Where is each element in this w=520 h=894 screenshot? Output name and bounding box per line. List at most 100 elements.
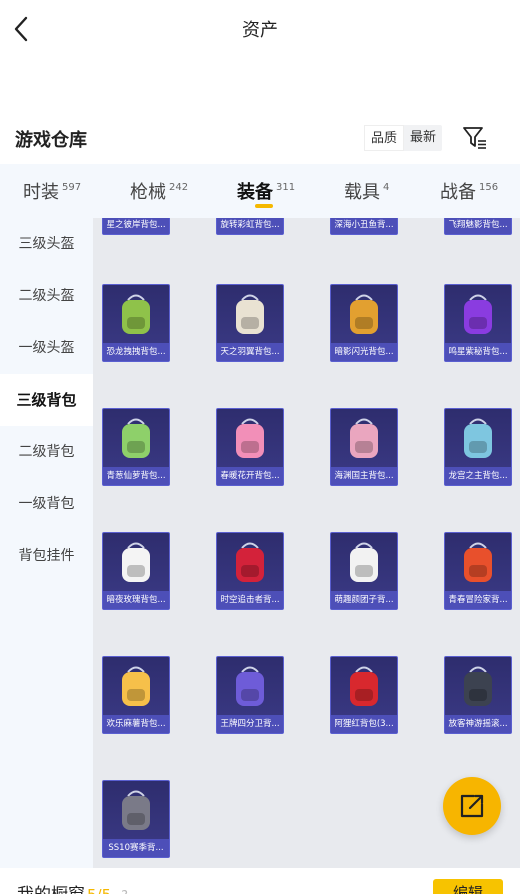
backpack-item-card[interactable]: 天之羽翼背包...: [216, 284, 284, 362]
tab-label: 战备: [440, 182, 476, 203]
tab-count: 242: [169, 182, 189, 193]
share-out-icon: [460, 794, 484, 818]
backpack-image: [236, 542, 264, 582]
item-name-label: 青春冒险家背...: [445, 591, 511, 609]
sort-quality-button[interactable]: 品质: [364, 125, 405, 151]
share-button[interactable]: [443, 777, 501, 835]
active-tab-indicator: [255, 204, 273, 208]
item-name-label: 春暖花开背包...: [217, 467, 283, 485]
backpack-image: [236, 666, 264, 706]
backpack-item-card[interactable]: 春暖花开背包...: [216, 408, 284, 486]
item-name-label: 龙宫之主背包...: [445, 467, 511, 485]
backpack-item-card[interactable]: 星之彼岸背包...: [102, 218, 170, 235]
item-name-label: 旋转彩虹背包...: [217, 218, 283, 234]
edit-button[interactable]: 编辑: [433, 879, 503, 894]
backpack-item-card[interactable]: 龙宫之主背包...: [444, 408, 512, 486]
tab-label: 枪械: [130, 182, 166, 203]
sidebar-item-level2-helmet[interactable]: 二级头盔: [0, 270, 93, 322]
item-name-label: 暗夜玫瑰背包...: [103, 591, 169, 609]
item-name-label: 深海小丑鱼背...: [331, 218, 397, 234]
sidebar-item-level3-helmet[interactable]: 三级头盔: [0, 218, 93, 270]
filter-icon[interactable]: [462, 126, 488, 150]
section-title: 游戏仓库: [15, 130, 87, 151]
backpack-item-card[interactable]: 旋转彩虹背包...: [216, 218, 284, 235]
backpack-image: [464, 294, 492, 334]
backpack-item-card[interactable]: 深海小丑鱼背...: [330, 218, 398, 235]
backpack-image: [236, 418, 264, 458]
backpack-image: [122, 418, 150, 458]
sort-newest-button[interactable]: 最新: [404, 125, 442, 151]
tab-supplies[interactable]: 战备 156: [440, 178, 498, 204]
sidebar-item-level1-backpack[interactable]: 一级背包: [0, 478, 93, 530]
item-name-label: 飞翔魅影背包...: [445, 218, 511, 234]
sidebar-item-level1-helmet[interactable]: 一级头盔: [0, 322, 93, 374]
backpack-image: [122, 790, 150, 830]
backpack-image: [122, 542, 150, 582]
tab-fashion[interactable]: 时装 597: [23, 178, 81, 204]
tab-equipment[interactable]: 装备 311: [237, 178, 295, 204]
backpack-item-card[interactable]: 青葱仙萝背包...: [102, 408, 170, 486]
backpack-image: [464, 666, 492, 706]
backpack-item-card[interactable]: 欢乐麻薯背包...: [102, 656, 170, 734]
category-tabs: 时装 597 枪械 242 装备 311 载具 4 战备 156: [0, 164, 520, 218]
backpack-item-card[interactable]: 暗影闪光背包...: [330, 284, 398, 362]
tab-firearms[interactable]: 枪械 242: [130, 178, 188, 204]
item-name-label: 阿狸红背包(3...: [331, 715, 397, 733]
backpack-image: [350, 542, 378, 582]
item-name-label: 王牌四分卫背...: [217, 715, 283, 733]
top-nav-bar: 资产: [0, 0, 520, 58]
backpack-item-card[interactable]: 飞翔魅影背包...: [444, 218, 512, 235]
tab-count: 4: [383, 182, 390, 193]
item-name-label: 放客神游摇滚...: [445, 715, 511, 733]
item-name-label: SS10赛季背...: [103, 839, 169, 857]
sidebar-item-level2-backpack[interactable]: 二级背包: [0, 426, 93, 478]
backpack-item-card[interactable]: SS10赛季背...: [102, 780, 170, 858]
item-name-label: 萌趣颜团子背...: [331, 591, 397, 609]
tab-label: 载具: [344, 182, 380, 203]
backpack-item-card[interactable]: 暗夜玫瑰背包...: [102, 532, 170, 610]
item-name-label: 海渊国主背包...: [331, 467, 397, 485]
backpack-image: [350, 666, 378, 706]
item-name-label: 暗影闪光背包...: [331, 343, 397, 361]
backpack-image: [122, 666, 150, 706]
item-name-label: 恐龙拽拽背包...: [103, 343, 169, 361]
backpack-image: [122, 294, 150, 334]
item-name-label: 星之彼岸背包...: [103, 218, 169, 234]
backpack-grid: 星之彼岸背包... 旋转彩虹背包... 深海小丑鱼背... 飞翔魅影背包... 恐龙拽拽…: [93, 218, 520, 868]
backpack-item-card[interactable]: 王牌四分卫背...: [216, 656, 284, 734]
backpack-item-card[interactable]: 放客神游摇滚...: [444, 656, 512, 734]
tab-label: 装备: [237, 182, 273, 203]
backpack-image: [350, 418, 378, 458]
showcase-count: 5/5: [87, 886, 111, 894]
sidebar-item-backpack-pendant[interactable]: 背包挂件: [0, 530, 93, 582]
item-name-label: 欢乐麻薯背包...: [103, 715, 169, 733]
showcase-label: 我的橱窗: [17, 885, 85, 894]
page-title: 资产: [242, 20, 278, 41]
item-name-label: 鸣星紫秘背包...: [445, 343, 511, 361]
tab-count: 156: [479, 182, 499, 193]
backpack-item-card[interactable]: 阿狸红背包(3...: [330, 656, 398, 734]
item-name-label: 时空追击者背...: [217, 591, 283, 609]
item-name-label: 青葱仙萝背包...: [103, 467, 169, 485]
backpack-item-card[interactable]: 恐龙拽拽背包...: [102, 284, 170, 362]
backpack-item-card[interactable]: 青春冒险家背...: [444, 532, 512, 610]
tab-label: 时装: [23, 182, 59, 203]
showcase-bar: 我的橱窗5/5? 编辑: [0, 868, 520, 894]
backpack-image: [464, 418, 492, 458]
showcase-label-group: 我的橱窗5/5?: [17, 880, 128, 894]
tab-count: 311: [276, 182, 296, 193]
item-name-label: 天之羽翼背包...: [217, 343, 283, 361]
backpack-image: [464, 542, 492, 582]
backpack-item-card[interactable]: 海渊国主背包...: [330, 408, 398, 486]
backpack-image: [350, 294, 378, 334]
subcategory-sidebar: 三级头盔 二级头盔 一级头盔 三级背包 二级背包 一级背包 背包挂件: [0, 218, 93, 868]
backpack-item-card[interactable]: 萌趣颜团子背...: [330, 532, 398, 610]
sidebar-item-level3-backpack[interactable]: 三级背包: [0, 374, 93, 426]
sort-toggle: 品质 最新: [364, 125, 443, 151]
help-icon[interactable]: ?: [121, 889, 128, 894]
backpack-item-card[interactable]: 时空追击者背...: [216, 532, 284, 610]
backpack-item-card[interactable]: 鸣星紫秘背包...: [444, 284, 512, 362]
tab-vehicles[interactable]: 载具 4: [344, 178, 389, 204]
tab-count: 597: [62, 182, 82, 193]
backpack-image: [236, 294, 264, 334]
